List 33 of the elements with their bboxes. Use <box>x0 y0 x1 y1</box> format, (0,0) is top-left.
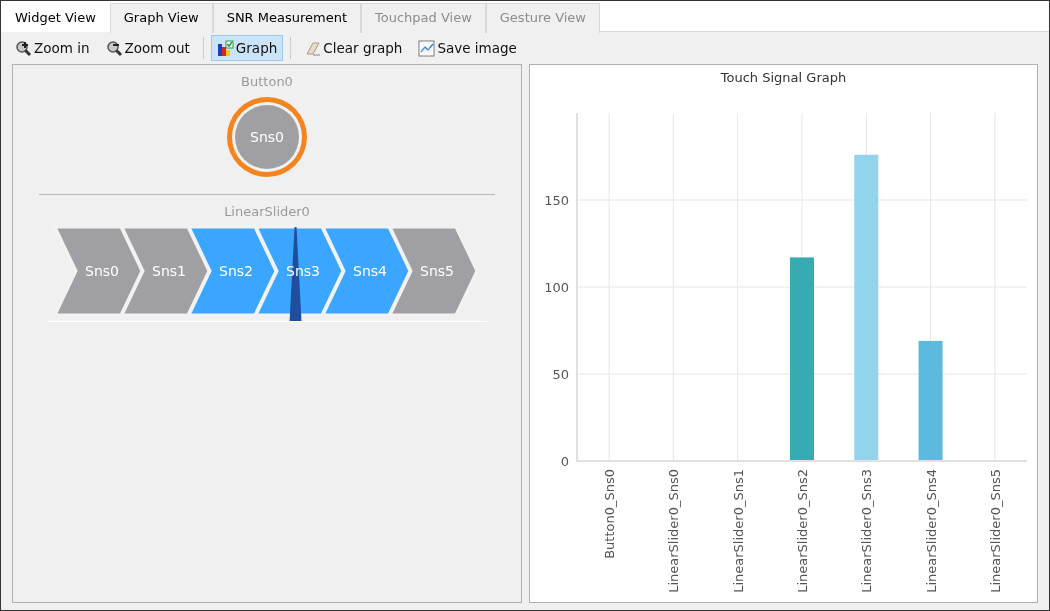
sensor-label: Sns0 <box>250 129 284 145</box>
sensor-label: Sns3 <box>286 263 320 279</box>
clear-button[interactable]: Clear graph <box>298 35 409 61</box>
sensor-label: Sns2 <box>219 263 253 279</box>
sensor-label: Sns1 <box>152 263 186 279</box>
axis-category-label: LinearSlider0_Sns0 <box>665 469 681 593</box>
axis-category-label: LinearSlider0_Sns5 <box>987 469 1003 593</box>
sensor-label: Sns0 <box>85 263 119 279</box>
tab[interactable]: SNR Measurement <box>212 3 361 33</box>
eraser-icon <box>304 39 322 57</box>
chart-title: Touch Signal Graph <box>720 70 847 85</box>
zoom-out-icon <box>105 39 123 57</box>
axis-category-label: Button0_Sns0 <box>601 469 617 559</box>
axis-category-label: LinearSlider0_Sns1 <box>730 469 746 593</box>
axis-tick-label: 100 <box>543 280 569 295</box>
sensor-label: Sns4 <box>353 263 387 279</box>
axis-tick-label: 0 <box>560 454 569 469</box>
graph-toggle-button[interactable]: Graph <box>210 35 284 61</box>
axis-category-label: LinearSlider0_Sns2 <box>794 469 810 593</box>
axis-tick-label: 150 <box>543 193 569 208</box>
sensor-label: Sns5 <box>420 263 454 279</box>
tab[interactable]: Graph View <box>109 3 213 33</box>
zoom-in-icon <box>15 39 32 57</box>
zoom-out-button[interactable]: Zoom out <box>99 35 196 61</box>
save-button[interactable]: Save image <box>412 35 523 61</box>
axis-category-label: LinearSlider0_Sns4 <box>923 469 939 593</box>
axis-tick-label: 50 <box>551 367 569 382</box>
bar-chart-icon <box>216 39 234 57</box>
widget-title: LinearSlider0 <box>224 204 310 219</box>
line-chart-icon <box>418 39 436 57</box>
axis-category-label: LinearSlider0_Sns3 <box>858 469 874 593</box>
zoom-in-button[interactable]: Zoom in <box>9 35 96 61</box>
widget-title: Button0 <box>241 74 293 89</box>
